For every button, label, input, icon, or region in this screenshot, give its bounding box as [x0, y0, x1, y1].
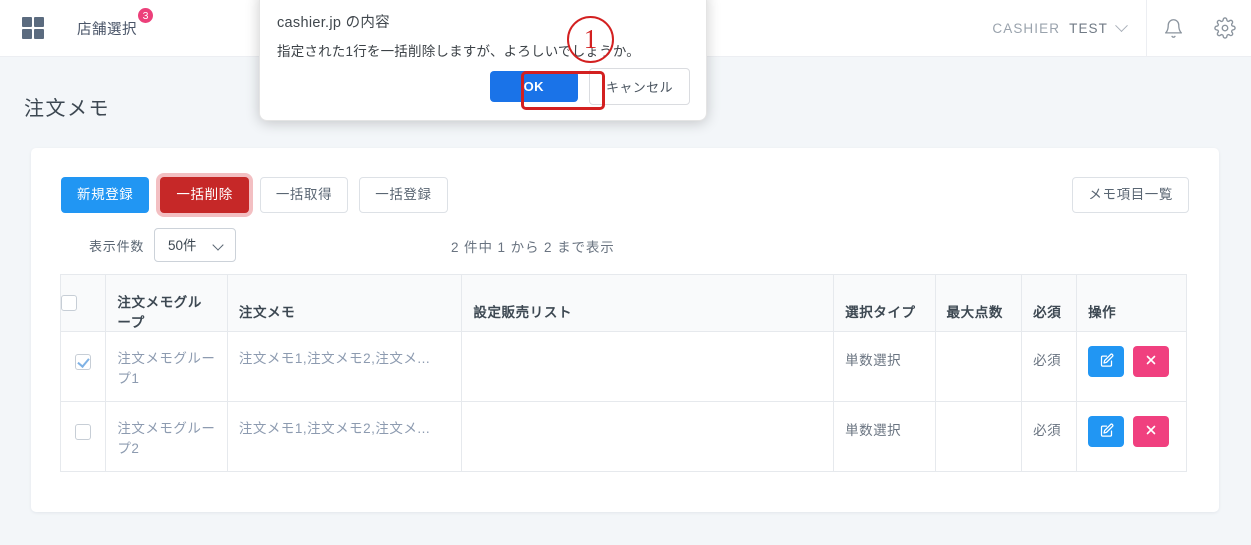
gear-icon — [1214, 17, 1236, 39]
action-toolbar: 新規登録 一括削除 一括取得 一括登録 — [61, 177, 448, 213]
header-select-all — [59, 274, 107, 332]
notifications-button[interactable] — [1147, 0, 1199, 57]
close-x-icon — [1145, 354, 1157, 369]
dialog-actions: OK キャンセル — [489, 68, 690, 105]
row-checkbox[interactable] — [75, 354, 92, 371]
memo-items-list-button[interactable]: メモ項目一覧 — [1072, 177, 1189, 213]
row-sales-cell — [461, 331, 835, 402]
row-action-group — [1088, 346, 1175, 377]
row-type-cell: 単数選択 — [833, 401, 936, 472]
row-group-cell: 注文メモグループ1 — [105, 331, 228, 402]
edit-row-button[interactable] — [1088, 346, 1125, 377]
table-head: 注文メモグループ 注文メモ 設定販売リスト 選択タイプ 最大点数 必須 操作 — [59, 274, 1187, 332]
bell-icon — [1163, 18, 1184, 39]
row-memo-cell: 注文メモ1,注文メモ2,注文メ... — [226, 331, 463, 402]
bulk-delete-button[interactable]: 一括削除 — [160, 177, 249, 213]
table-row: 注文メモグループ1 注文メモ1,注文メモ2,注文メ... 単数選択 必須 — [59, 331, 1187, 402]
user-menu[interactable]: CASHIER TEST — [992, 18, 1146, 36]
edit-pencil-icon — [1099, 353, 1114, 371]
delete-row-button[interactable] — [1133, 346, 1170, 377]
row-max-cell — [934, 331, 1023, 402]
memo-link[interactable]: 注文メモ1,注文メモ2,注文メ... — [239, 349, 450, 369]
row-checkbox[interactable] — [75, 424, 92, 441]
header-sales: 設定販売リスト — [461, 274, 835, 332]
content-card: 新規登録 一括削除 一括取得 一括登録 メモ項目一覧 表示件数 50件 2 件中… — [31, 148, 1219, 512]
table-header-row: 注文メモグループ 注文メモ 設定販売リスト 選択タイプ 最大点数 必須 操作 — [59, 274, 1187, 332]
row-sales-cell — [461, 401, 835, 472]
page-title: 注文メモ — [24, 98, 110, 120]
bulk-fetch-button[interactable]: 一括取得 — [259, 177, 349, 213]
header-group: 注文メモグループ — [105, 274, 228, 332]
close-x-icon — [1145, 424, 1157, 439]
header-max: 最大点数 — [934, 274, 1023, 332]
group-link[interactable]: 注文メモグループ1 — [117, 349, 215, 388]
row-max-cell — [934, 401, 1023, 472]
bulk-register-button[interactable]: 一括登録 — [359, 177, 448, 213]
store-selector-label: 店舗選択 — [77, 21, 137, 38]
table-row: 注文メモグループ2 注文メモ1,注文メモ2,注文メ... 単数選択 必須 — [59, 401, 1187, 472]
header-required: 必須 — [1021, 274, 1078, 332]
order-memo-table: 注文メモグループ 注文メモ 設定販売リスト 選択タイプ 最大点数 必須 操作 注… — [59, 274, 1187, 472]
chevron-down-icon — [1115, 18, 1128, 32]
type-value: 単数選択 — [845, 353, 902, 368]
header-right-group: CASHIER TEST — [992, 0, 1251, 57]
row-select-cell — [59, 401, 107, 472]
user-org-label: CASHIER — [992, 20, 1061, 36]
header-operations: 操作 — [1076, 274, 1187, 332]
app-root: 店舗選択 3 CASHIER TEST 注文メモ 新規登録 一括削除 一括取得 … — [0, 0, 1251, 545]
confirm-dialog: cashier.jp の内容 指定された1行を一括削除しますが、よろしいでしょう… — [259, 0, 707, 121]
table-body: 注文メモグループ1 注文メモ1,注文メモ2,注文メ... 単数選択 必須 注文メ… — [59, 331, 1187, 472]
group-link[interactable]: 注文メモグループ2 — [117, 419, 215, 458]
store-count-badge: 3 — [137, 6, 154, 24]
row-operations-cell — [1076, 331, 1187, 402]
memo-items-toolbar: メモ項目一覧 — [1072, 177, 1189, 213]
row-required-cell: 必須 — [1021, 401, 1078, 472]
row-action-group — [1088, 416, 1175, 447]
grid-menu-icon[interactable] — [22, 17, 44, 39]
required-value: 必須 — [1033, 423, 1062, 438]
record-count-info: 2 件中 1 から 2 まで表示 — [451, 240, 615, 255]
page-length-select[interactable]: 50件 — [154, 228, 236, 262]
header-memo: 注文メモ — [226, 274, 463, 332]
row-operations-cell — [1076, 401, 1187, 472]
store-selector[interactable]: 店舗選択 3 — [77, 6, 154, 39]
dialog-cancel-button[interactable]: キャンセル — [588, 68, 690, 105]
edit-row-button[interactable] — [1088, 416, 1125, 447]
select-all-checkbox[interactable] — [61, 295, 77, 312]
row-required-cell: 必須 — [1021, 331, 1078, 402]
dialog-ok-button[interactable]: OK — [489, 71, 578, 102]
delete-row-button[interactable] — [1133, 416, 1170, 447]
type-value: 単数選択 — [845, 423, 902, 438]
row-group-cell: 注文メモグループ2 — [105, 401, 228, 472]
header-type: 選択タイプ — [833, 274, 936, 332]
row-type-cell: 単数選択 — [833, 331, 936, 402]
edit-pencil-icon — [1099, 423, 1114, 441]
page-length-label: 表示件数 — [89, 239, 145, 254]
memo-link[interactable]: 注文メモ1,注文メモ2,注文メ... — [239, 419, 450, 439]
table-controls: 表示件数 50件 2 件中 1 から 2 まで表示 — [61, 228, 1189, 262]
dialog-message: 指定された1行を一括削除しますが、よろしいでしょうか。 — [277, 44, 640, 59]
settings-button[interactable] — [1199, 0, 1251, 57]
row-memo-cell: 注文メモ1,注文メモ2,注文メ... — [226, 401, 463, 472]
required-value: 必須 — [1033, 353, 1062, 368]
user-name-label: TEST — [1069, 20, 1108, 36]
row-select-cell — [59, 331, 107, 402]
new-register-button[interactable]: 新規登録 — [61, 177, 150, 213]
dialog-title: cashier.jp の内容 — [277, 15, 390, 31]
